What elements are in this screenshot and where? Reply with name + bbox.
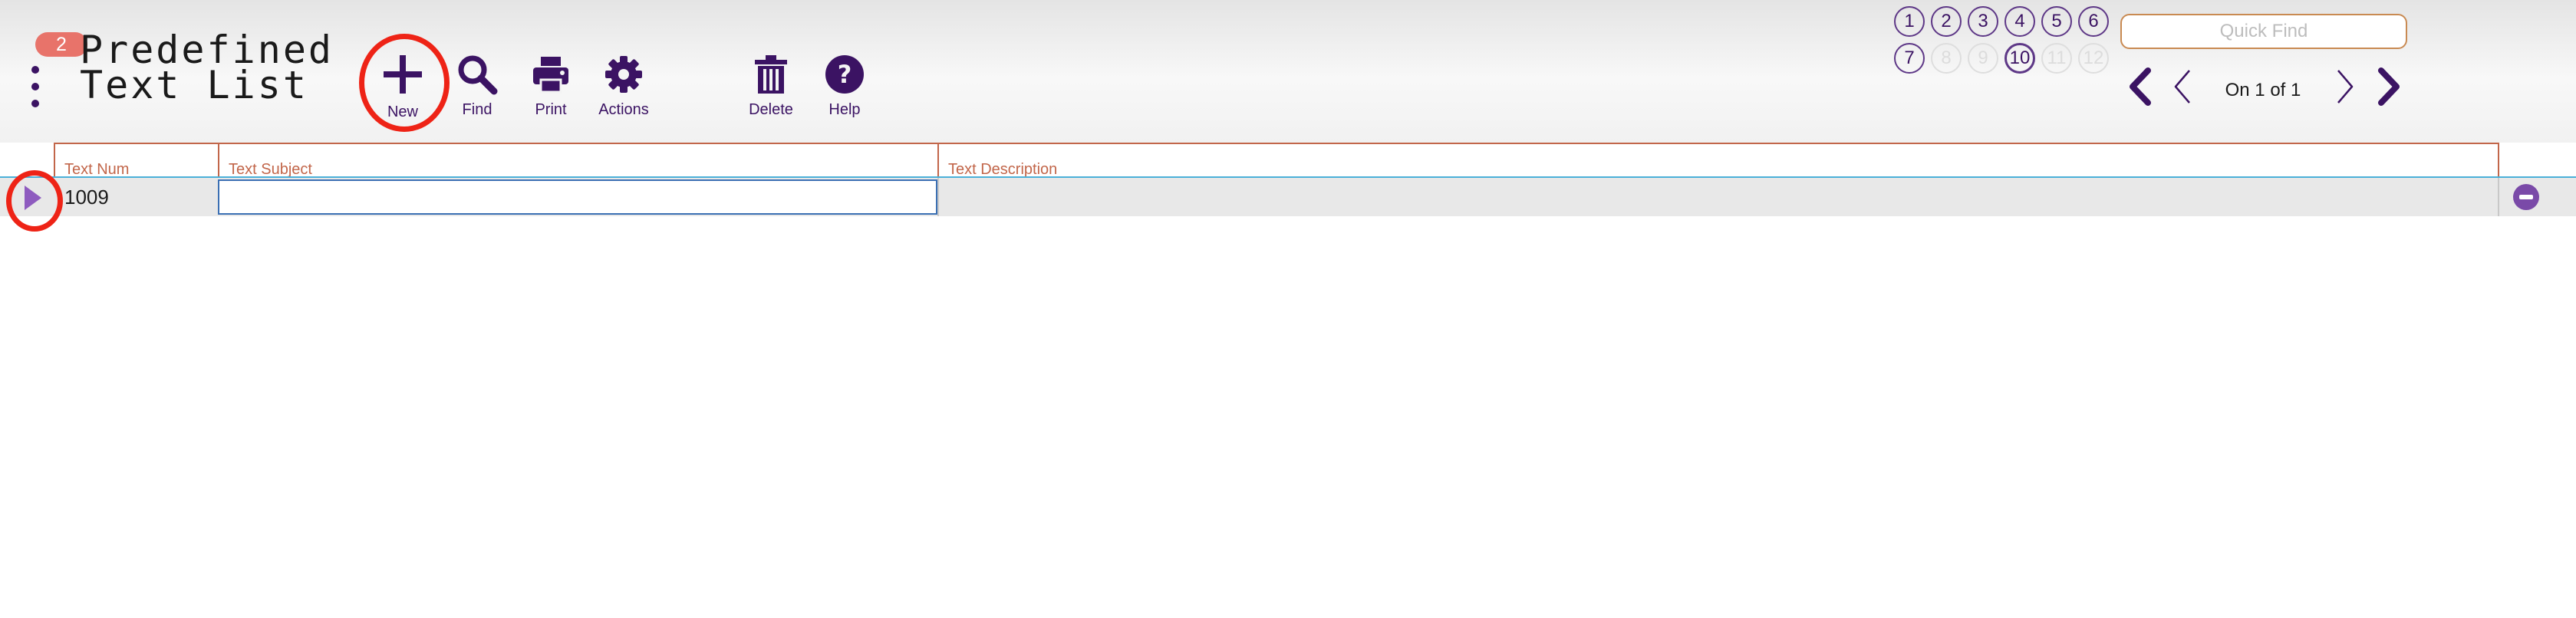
minus-circle-icon[interactable]: [2513, 184, 2539, 210]
text-subject-field[interactable]: [218, 179, 937, 215]
page-9-button: 9: [1968, 43, 1998, 74]
page-2-button[interactable]: 2: [1931, 6, 1962, 37]
page-title-line2: Text List: [80, 63, 308, 107]
find-button-label: Find: [462, 101, 492, 118]
page-title: Predefined Text List: [80, 31, 334, 107]
column-header-text-subject[interactable]: Text Subject: [218, 143, 939, 178]
menu-dots-icon[interactable]: [28, 66, 43, 109]
column-divider: [2498, 178, 2499, 216]
delete-button-label: Delete: [749, 101, 793, 118]
actions-button-label: Actions: [598, 101, 649, 118]
gear-icon: [605, 56, 642, 93]
column-divider: [937, 178, 939, 216]
page-5-button[interactable]: 5: [2041, 6, 2072, 37]
find-button[interactable]: Find: [439, 54, 516, 119]
quick-find-input[interactable]: [2120, 14, 2407, 49]
record-position-text: On 1 of 1: [2225, 80, 2301, 100]
print-button-label: Print: [535, 101, 567, 118]
previous-record-icon[interactable]: [2171, 67, 2194, 106]
printer-icon: [533, 57, 568, 94]
page-1-button[interactable]: 1: [1894, 6, 1925, 37]
column-header-text-num[interactable]: Text Num: [54, 143, 219, 178]
first-record-icon[interactable]: [2128, 67, 2153, 106]
text-num-cell[interactable]: 1009: [64, 186, 109, 209]
svg-text:?: ?: [838, 60, 852, 89]
delete-button[interactable]: Delete: [733, 54, 809, 119]
help-button[interactable]: ? Help: [806, 54, 883, 119]
next-record-icon[interactable]: [2334, 67, 2357, 106]
plus-icon: [384, 55, 422, 94]
page-6-button[interactable]: 6: [2078, 6, 2109, 37]
page-10-button[interactable]: 10: [2004, 43, 2035, 74]
new-button-label: New: [387, 104, 418, 120]
help-icon: ?: [825, 55, 864, 94]
page-3-button[interactable]: 3: [1968, 6, 1998, 37]
page-12-button: 12: [2078, 43, 2109, 74]
trash-icon: [755, 55, 787, 94]
page-4-button[interactable]: 4: [2004, 6, 2035, 37]
print-button[interactable]: Print: [512, 54, 589, 119]
page-11-button: 11: [2041, 43, 2072, 74]
page-7-button[interactable]: 7: [1894, 43, 1925, 74]
last-record-icon[interactable]: [2377, 67, 2401, 106]
column-header-text-description[interactable]: Text Description: [937, 143, 2499, 178]
search-icon: [458, 55, 498, 95]
row-select-arrow-icon[interactable]: [21, 184, 43, 212]
page-8-button: 8: [1931, 43, 1962, 74]
new-button[interactable]: New: [364, 54, 441, 121]
help-button-label: Help: [828, 101, 861, 118]
actions-button[interactable]: Actions: [585, 54, 662, 119]
